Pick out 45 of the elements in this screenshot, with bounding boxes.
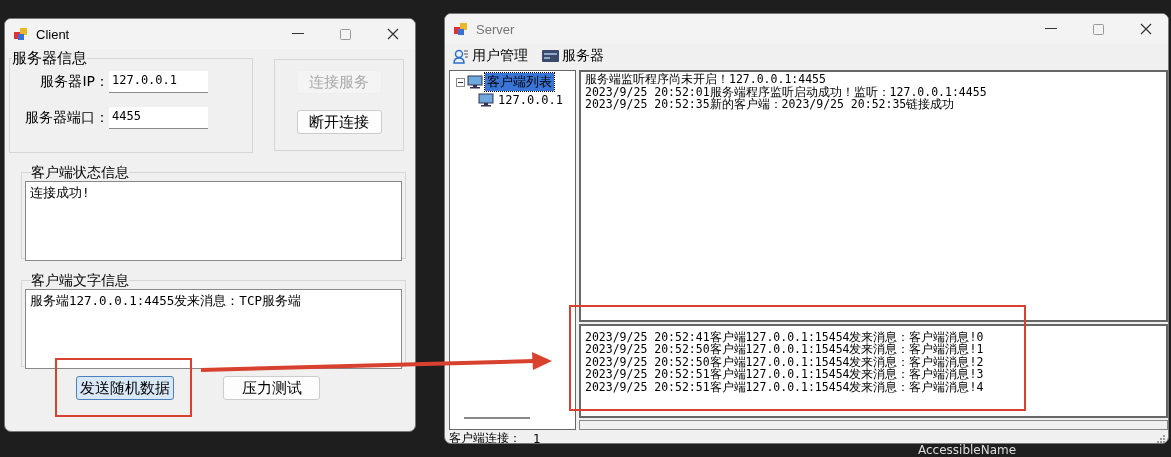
log-line: 2023/9/25 20:52:01服务端程序监听启动成功！监听：127.0.0.1:4455 (585, 85, 988, 98)
text-area[interactable]: 连接成功! (25, 181, 402, 261)
monitor-icon (478, 93, 494, 107)
group-title: 服务器信息 (12, 49, 87, 67)
app-icon (454, 22, 468, 36)
test-button[interactable]: 压力测试 (223, 376, 320, 400)
group-title: 客户端文字信息 (31, 271, 129, 289)
field-label: 服务器端口： (24, 109, 109, 127)
collapse-icon[interactable] (456, 77, 465, 87)
window-title: Server (476, 21, 515, 37)
text-area[interactable]: 服务端127.0.0.1:4455发来消息：TCP服务端 (25, 289, 402, 369)
group-title: 客户端状态信息 (31, 163, 129, 181)
close-icon[interactable] (1140, 23, 1152, 35)
log-line: 2023/9/25 20:52:41客户端127.0.0.1:15454发来消息：客户端消息!0 (585, 330, 985, 344)
tree-item[interactable]: 127.0.0.1 (496, 93, 566, 107)
app-icon (14, 27, 28, 41)
log-line: 2023/9/25 20:52:50客户端127.0.0.1:15454发来消息：客户端消息!2 (585, 355, 985, 369)
minimize-icon[interactable] (1045, 28, 1057, 30)
log-line: 2023/9/25 20:52:50客户端127.0.0.1:15454发来消息：客户端消息!1 (585, 343, 985, 356)
server-icon (542, 49, 559, 63)
log-line: 2023/9/25 20:52:51客户端127.0.0.1:15454发来消息：客户端消息!4 (585, 380, 985, 394)
status-value: 1 (533, 431, 541, 443)
input-field[interactable]: 127.0.0.1 (109, 71, 208, 93)
resize-grip-icon[interactable] (1156, 434, 1165, 443)
log-line: 2023/9/25 20:52:51客户端127.0.0.1:15454发来消息：客户端消息!3 (585, 368, 985, 381)
maximize-icon[interactable] (340, 28, 351, 40)
close-icon[interactable] (387, 28, 399, 40)
disconnect-button[interactable]: 断开连接 (296, 110, 382, 134)
log-line: 服务端监听程序尚未开启！127.0.0.1:4455 (585, 73, 827, 86)
menu-item[interactable]: 用户管理 (453, 45, 528, 67)
user-icon (453, 48, 469, 64)
menu-item[interactable]: 服务器 (542, 45, 604, 67)
status-label: 客户端连接： (449, 430, 521, 443)
window-title: Client (36, 26, 70, 42)
monitor-icon (467, 75, 483, 89)
input-field[interactable]: 4455 (109, 107, 208, 129)
tree-item[interactable]: 客户端列表 (485, 73, 554, 91)
scrollbar[interactable] (579, 420, 1168, 430)
scrollbar-thumb[interactable] (464, 417, 530, 419)
maximize-icon[interactable] (1093, 23, 1104, 35)
log-line: 2023/9/25 20:52:35新的客户端：2023/9/25 20:52:35链接成功 (585, 98, 956, 111)
field-label: 服务器IP： (39, 73, 109, 91)
desktop-text: AccessibleName (918, 444, 1017, 457)
send-button[interactable]: 发送随机数据 (76, 376, 174, 400)
minimize-icon[interactable] (292, 33, 304, 35)
